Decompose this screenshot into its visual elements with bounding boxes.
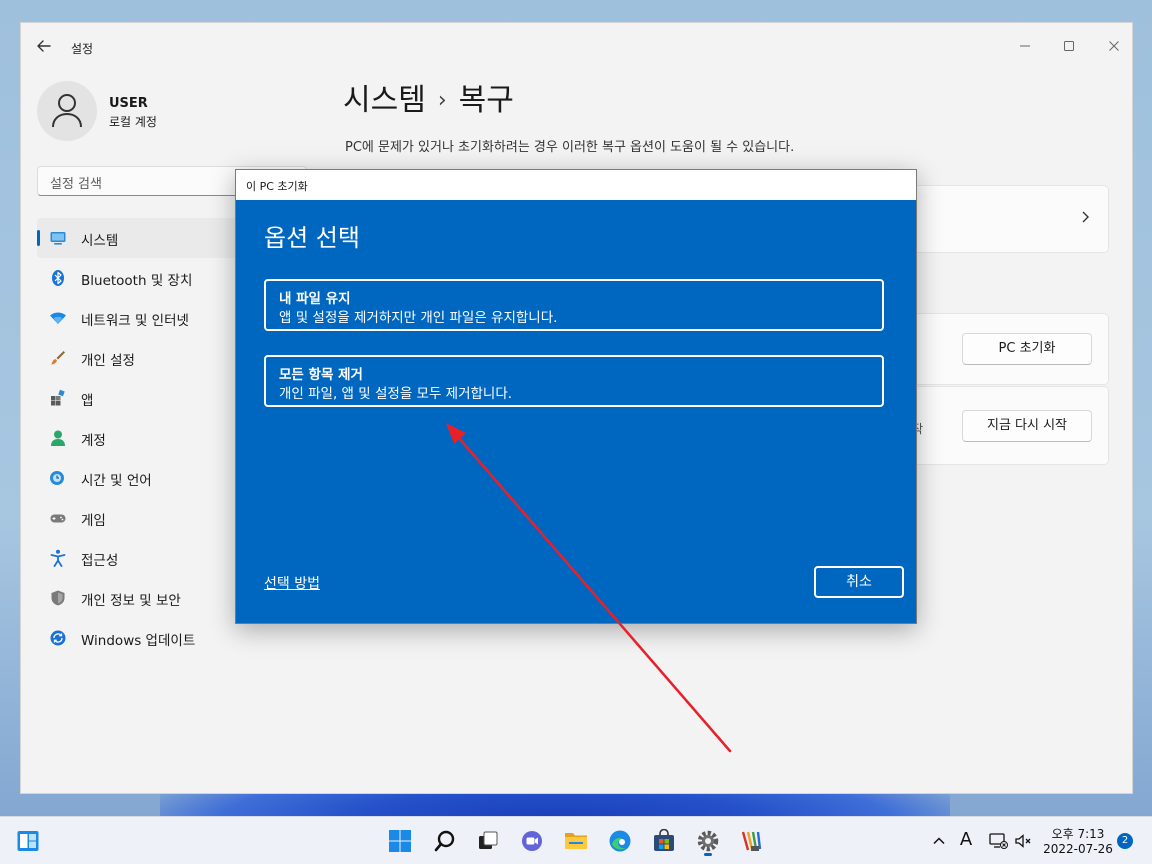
store-icon xyxy=(654,829,674,851)
ime-icon: A xyxy=(959,829,973,850)
widgets-icon xyxy=(17,831,39,851)
task-view-icon xyxy=(479,831,498,849)
file-explorer-icon xyxy=(565,833,587,849)
settings-button[interactable] xyxy=(692,825,724,857)
taskbar: A 오후 7:13 2022-07-26 2 xyxy=(0,816,1152,864)
store-button[interactable] xyxy=(648,825,680,857)
widgets-button[interactable] xyxy=(12,825,44,857)
start-icon xyxy=(389,830,411,852)
chat-button[interactable] xyxy=(516,825,548,857)
annotation-arrow xyxy=(446,423,732,753)
notification-badge[interactable]: 2 xyxy=(1117,833,1133,849)
start-button[interactable] xyxy=(384,825,416,857)
search-button[interactable] xyxy=(429,825,461,857)
file-explorer-button[interactable] xyxy=(560,825,592,857)
input-method-button[interactable]: A xyxy=(955,829,977,853)
edge-button[interactable] xyxy=(604,825,636,857)
network-button[interactable] xyxy=(987,829,1009,853)
active-app-indicator xyxy=(704,853,712,856)
paint-button[interactable] xyxy=(736,825,768,857)
chat-icon xyxy=(522,831,542,851)
paint-icon xyxy=(741,831,762,851)
chevron-up-icon xyxy=(933,837,945,845)
show-hidden-icons-button[interactable] xyxy=(928,829,950,853)
volume-muted-icon xyxy=(1015,834,1031,848)
settings-icon xyxy=(697,830,719,852)
taskbar-clock-date[interactable]: 2022-07-26 xyxy=(1036,842,1120,856)
network-icon xyxy=(989,833,1008,849)
taskbar-clock-time[interactable]: 오후 7:13 xyxy=(1036,825,1120,842)
volume-button[interactable] xyxy=(1012,829,1034,853)
edge-icon xyxy=(609,830,631,852)
annotation-arrow-shaft xyxy=(450,428,732,753)
task-view-button[interactable] xyxy=(472,825,504,857)
search-icon xyxy=(434,830,455,852)
